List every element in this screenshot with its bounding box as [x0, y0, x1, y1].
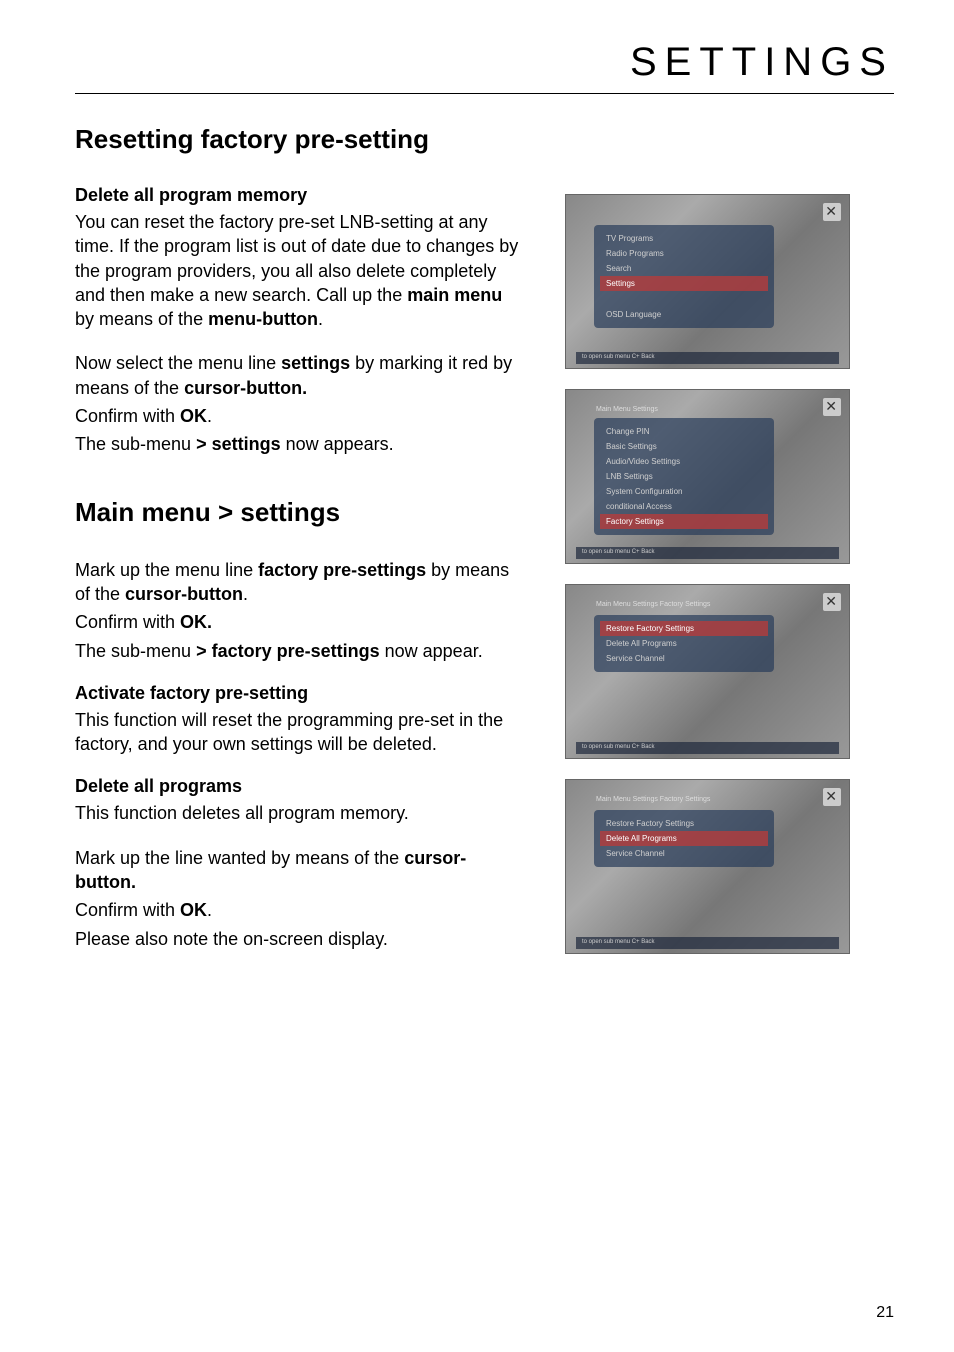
menu-spacer [600, 291, 768, 307]
section4-p3: Confirm with OK. [75, 898, 525, 922]
text: by means of the [75, 309, 208, 329]
bold-ok: OK [180, 406, 207, 426]
menu-item: Radio Programs [600, 246, 768, 261]
text: Confirm with [75, 406, 180, 426]
text: Mark up the menu line [75, 560, 258, 580]
screenshot-settings-menu: Main Menu Settings Change PIN Basic Sett… [565, 389, 850, 564]
menu-item: Search [600, 261, 768, 276]
section4-p1: This function deletes all program memory… [75, 801, 525, 825]
section4-heading: Delete all programs [75, 776, 525, 797]
menu-title: Main Menu Settings Factory Settings [596, 796, 710, 803]
menu-box: TV Programs Radio Programs Search Settin… [594, 225, 774, 328]
bold-settings-submenu: > settings [196, 434, 281, 454]
menu-item: Service Channel [600, 846, 768, 861]
menu-footer: to open sub menu C+ Back [576, 352, 839, 364]
section1-p1: You can reset the factory pre-set LNB-se… [75, 210, 525, 331]
menu-item: Restore Factory Settings [600, 816, 768, 831]
menu-box: Change PIN Basic Settings Audio/Video Se… [594, 418, 774, 535]
section4-p2: Mark up the line wanted by means of the … [75, 846, 525, 895]
section2-p1: Mark up the menu line factory pre-settin… [75, 558, 525, 607]
menu-footer: to open sub menu C+ Back [576, 547, 839, 559]
section4-p4: Please also note the on-screen display. [75, 927, 525, 951]
menu-box: Restore Factory Settings Delete All Prog… [594, 615, 774, 672]
menu-title: Main Menu Settings [596, 406, 658, 413]
text: Confirm with [75, 900, 180, 920]
right-column: TV Programs Radio Programs Search Settin… [565, 124, 850, 971]
text: . [207, 900, 212, 920]
menu-item: Audio/Video Settings [600, 454, 768, 469]
section3-heading: Activate factory pre-setting [75, 683, 525, 704]
menu-box: Restore Factory Settings Delete All Prog… [594, 810, 774, 867]
page-header: SETTINGS [75, 40, 894, 85]
text: . [318, 309, 323, 329]
page-number: 21 [876, 1304, 894, 1322]
bold-main-menu: main menu [407, 285, 502, 305]
menu-item: Service Channel [600, 651, 768, 666]
menu-item: Delete All Programs [600, 636, 768, 651]
menu-item: Change PIN [600, 424, 768, 439]
menu-item: System Configuration [600, 484, 768, 499]
menu-item: Basic Settings [600, 439, 768, 454]
menu-item: OSD Language [600, 307, 768, 322]
content-wrapper: Resetting factory pre-setting Delete all… [75, 124, 894, 971]
text: now appears. [281, 434, 394, 454]
bold-cursor-button: cursor-button [125, 584, 243, 604]
text: . [207, 406, 212, 426]
menu-title: Main Menu Settings Factory Settings [596, 601, 710, 608]
menu-item: TV Programs [600, 231, 768, 246]
sub-heading-main-menu-settings: Main menu > settings [75, 497, 525, 528]
screenshot-main-menu: TV Programs Radio Programs Search Settin… [565, 194, 850, 369]
section1-p2: Now select the menu line settings by mar… [75, 351, 525, 400]
bold-ok: OK [180, 900, 207, 920]
section1-p3: Confirm with OK. [75, 404, 525, 428]
menu-item-highlighted: Factory Settings [600, 514, 768, 529]
menu-item: conditional Access [600, 499, 768, 514]
text: The sub-menu [75, 434, 196, 454]
bold-menu-button: menu-button [208, 309, 318, 329]
section2-p2: Confirm with OK. [75, 610, 525, 634]
screenshot-factory-settings-1: Main Menu Settings Factory Settings Rest… [565, 584, 850, 759]
header-divider [75, 93, 894, 94]
main-heading: Resetting factory pre-setting [75, 124, 525, 155]
text: The sub-menu [75, 641, 196, 661]
menu-footer: to open sub menu C+ Back [576, 937, 839, 949]
menu-footer: to open sub menu C+ Back [576, 742, 839, 754]
bold-settings: settings [281, 353, 350, 373]
bold-factory-pre-settings: factory pre-settings [258, 560, 426, 580]
text: . [243, 584, 248, 604]
bold-factory-pre-settings-submenu: > factory pre-settings [196, 641, 380, 661]
text: now appear. [380, 641, 483, 661]
text: Now select the menu line [75, 353, 281, 373]
screenshot-factory-settings-2: Main Menu Settings Factory Settings Rest… [565, 779, 850, 954]
menu-item-highlighted: Delete All Programs [600, 831, 768, 846]
text: Mark up the line wanted by means of the [75, 848, 404, 868]
section3-p1: This function will reset the programming… [75, 708, 525, 757]
menu-item-highlighted: Restore Factory Settings [600, 621, 768, 636]
bold-ok: OK. [180, 612, 212, 632]
menu-item: LNB Settings [600, 469, 768, 484]
section1-p4: The sub-menu > settings now appears. [75, 432, 525, 456]
bold-cursor-button: cursor-button. [184, 378, 307, 398]
section2-p3: The sub-menu > factory pre-settings now … [75, 639, 525, 663]
menu-item-highlighted: Settings [600, 276, 768, 291]
left-column: Resetting factory pre-setting Delete all… [75, 124, 525, 971]
section1-heading: Delete all program memory [75, 185, 525, 206]
text: Confirm with [75, 612, 180, 632]
